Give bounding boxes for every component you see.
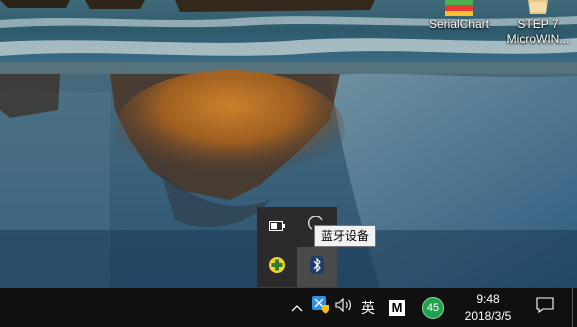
network-shield-icon [312,296,330,319]
chevron-up-icon [291,299,303,317]
m-app-button[interactable]: M [386,288,408,327]
desktop-icon-label-line1: STEP 7 [517,17,559,31]
battery-icon [269,218,285,236]
bluetooth-tooltip: 蓝牙设备 [314,225,377,247]
action-center-button[interactable] [532,288,558,327]
show-hidden-icons-button[interactable] [287,288,307,327]
clock-button[interactable]: 9:48 2018/3/5 [452,291,524,325]
speaker-icon [335,297,353,317]
clock-date: 2018/3/5 [464,309,512,323]
desktop-icon-label-line2: MicroWIN... [506,32,570,46]
step7-app-icon [518,0,558,16]
tray-overflow-flyout [257,207,337,287]
show-desktop-button[interactable] [572,288,573,327]
tray-item-battery[interactable] [257,207,297,247]
volume-button[interactable] [333,288,355,327]
tray-item-green-plus[interactable] [257,247,297,287]
taskbar: 英 M 45 9:48 2018/3/5 [0,288,577,327]
badge-counter: 45 [422,296,444,319]
tray-item-network-shield[interactable] [309,288,333,327]
green-plus-icon [268,256,286,279]
bluetooth-icon [310,255,324,279]
desktop-icon-step7-microwin[interactable]: STEP 7 MicroWIN... [498,0,577,47]
desktop-icon-serialchart[interactable]: SerialChart [423,0,495,32]
tray-item-bluetooth[interactable] [297,247,337,287]
input-method-button[interactable]: 英 [357,288,379,327]
notification-icon [536,297,554,318]
serialchart-app-icon [439,0,479,16]
clock-time: 9:48 [476,292,500,306]
tray-badge-app[interactable]: 45 [419,288,447,327]
desktop-icon-label: SerialChart [428,17,490,31]
m-app-icon: M [389,299,405,316]
